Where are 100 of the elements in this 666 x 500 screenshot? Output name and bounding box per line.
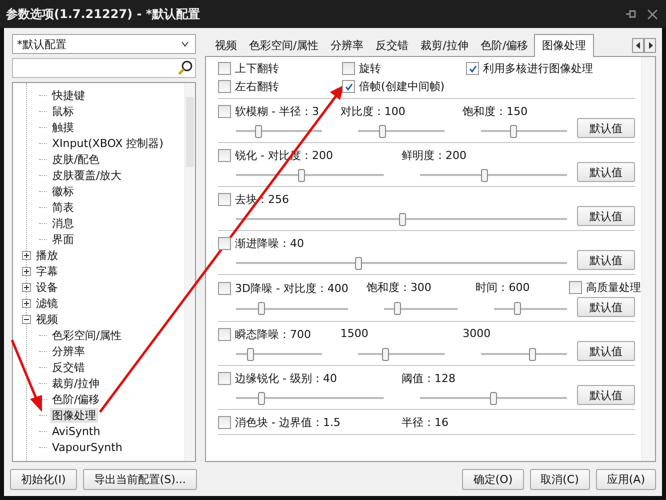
slider-thumb[interactable] xyxy=(514,302,522,315)
checkbox[interactable]: 3D降噪 - 对比度：400 xyxy=(218,280,348,297)
tree-item[interactable]: 界面 xyxy=(50,232,76,246)
tree-item[interactable]: 滤镜 xyxy=(34,296,60,310)
parameter-label: 1500 xyxy=(340,327,370,342)
window-title: 参数选项(1.7.21227) - *默认配置 xyxy=(6,6,202,22)
parameter-label: 阈值：128 xyxy=(402,371,456,386)
tree-item[interactable]: 播放 xyxy=(34,248,60,262)
tree-item[interactable]: 简表 xyxy=(50,200,76,214)
checkbox-label: 软模糊 - 半径：3 xyxy=(235,104,319,120)
tab[interactable]: 反交错 xyxy=(370,38,415,56)
default-button[interactable]: 默认值 xyxy=(577,297,635,317)
close-icon[interactable] xyxy=(647,8,658,20)
tree-item[interactable]: XInput(XBOX 控制器) xyxy=(50,136,166,150)
expander-icon[interactable] xyxy=(22,250,31,260)
tree-item[interactable]: AviSynth xyxy=(50,424,102,438)
checkbox-label: 去块：256 xyxy=(235,192,289,208)
checkbox[interactable]: 渐进降噪：40 xyxy=(218,236,567,252)
scroll-left-button[interactable] xyxy=(632,38,644,53)
checkbox-label: 上下翻转 xyxy=(235,61,279,76)
tree-item[interactable]: 徽标 xyxy=(50,184,76,198)
tree-item[interactable]: 色阶/偏移 xyxy=(50,392,102,406)
default-button[interactable]: 默认值 xyxy=(577,162,635,182)
tree-item[interactable]: 鼠标 xyxy=(50,104,76,118)
checkbox[interactable]: 左右翻转 xyxy=(218,79,279,94)
tree-item[interactable]: 色彩空间/属性 xyxy=(50,328,124,342)
checkbox[interactable]: 倍帧(创建中间帧) xyxy=(342,79,445,94)
parameter-label: 半径：16 xyxy=(402,415,450,430)
default-button[interactable]: 默认值 xyxy=(577,206,635,226)
expander-icon[interactable] xyxy=(22,314,31,324)
parameter-label: 饱和度：150 xyxy=(462,104,529,120)
checkbox[interactable]: 高质量处理 xyxy=(569,280,641,295)
default-button[interactable]: 默认值 xyxy=(577,385,635,405)
footer-button[interactable]: 确定(O) xyxy=(462,468,524,490)
expander-icon[interactable] xyxy=(22,298,31,308)
slider-thumb[interactable] xyxy=(355,256,362,270)
tab[interactable]: 裁剪/拉伸 xyxy=(414,38,474,56)
footer-button[interactable]: 应用(A) xyxy=(596,468,656,490)
tree-item[interactable]: 分辨率 xyxy=(50,344,87,358)
checkbox-label: 旋转 xyxy=(359,61,381,76)
slider-thumb[interactable] xyxy=(298,168,305,182)
default-button[interactable]: 默认值 xyxy=(577,341,635,361)
checkbox-label: 3D降噪 - 对比度：400 xyxy=(235,281,348,296)
tree-item[interactable]: 视频 xyxy=(34,312,60,326)
tree-item[interactable]: 设备 xyxy=(34,280,60,294)
slider-thumb[interactable] xyxy=(382,348,390,360)
checkbox[interactable]: 去块：256 xyxy=(218,192,567,208)
search-icon xyxy=(177,60,193,76)
slider-thumb[interactable] xyxy=(529,348,536,360)
slider-thumb[interactable] xyxy=(398,212,406,226)
expander-icon[interactable] xyxy=(22,266,31,276)
default-button[interactable]: 默认值 xyxy=(577,250,635,270)
profile-dropdown[interactable]: *默认配置 xyxy=(12,34,196,54)
slider-thumb[interactable] xyxy=(490,392,498,404)
tree-item[interactable]: 皮肤/配色 xyxy=(50,152,102,166)
scrollbar[interactable] xyxy=(641,57,655,461)
tree-item[interactable]: 快捷键 xyxy=(50,88,87,102)
slider-thumb[interactable] xyxy=(378,124,386,138)
slider-thumb[interactable] xyxy=(258,302,265,315)
slider-thumb[interactable] xyxy=(510,124,518,138)
tree-item[interactable]: 皮肤覆盖/放大 xyxy=(50,168,124,182)
checkbox[interactable]: 上下翻转 xyxy=(218,61,279,76)
slider-thumb[interactable] xyxy=(394,302,401,315)
search-field[interactable] xyxy=(12,58,196,78)
tree-item[interactable]: 字幕 xyxy=(34,264,60,278)
checkbox[interactable]: 边缘锐化 - 级别：40 xyxy=(218,371,384,386)
tab[interactable]: 视频 xyxy=(209,38,243,56)
tab[interactable]: 色彩空间/属性 xyxy=(243,38,325,56)
checkbox[interactable]: 旋转 xyxy=(342,61,381,76)
pin-icon[interactable] xyxy=(625,8,637,20)
caret-left-icon xyxy=(636,42,640,49)
default-button[interactable]: 默认值 xyxy=(577,118,635,138)
tree-item[interactable]: 裁剪/拉伸 xyxy=(50,376,102,390)
slider-thumb[interactable] xyxy=(481,168,488,182)
tab[interactable]: 分辨率 xyxy=(324,38,370,56)
checkbox[interactable]: 软模糊 - 半径：3 xyxy=(218,104,322,120)
footer-button[interactable]: 初始化(I) xyxy=(10,468,77,490)
checkbox-label: 倍帧(创建中间帧) xyxy=(359,79,445,94)
tree-item[interactable]: 图像处理 xyxy=(50,408,98,422)
tree-item[interactable]: 消息 xyxy=(50,216,76,230)
scrollbar[interactable] xyxy=(184,83,195,461)
tree-item[interactable]: 反交错 xyxy=(50,360,87,374)
slider-thumb[interactable] xyxy=(258,392,266,404)
scroll-right-button[interactable] xyxy=(644,38,656,53)
checkbox-label: 瞬态降噪：700 xyxy=(235,327,311,342)
checkbox[interactable]: 瞬态降噪：700 xyxy=(218,327,322,342)
footer-button[interactable]: 导出当前配置(S)... xyxy=(82,468,197,490)
checkbox-label: 左右翻转 xyxy=(235,79,279,94)
slider-thumb[interactable] xyxy=(246,348,254,360)
tree-item[interactable]: VapourSynth xyxy=(50,440,124,454)
tab[interactable]: 图像处理 xyxy=(534,34,594,57)
expander-icon[interactable] xyxy=(22,282,31,292)
slider-thumb[interactable] xyxy=(255,124,262,138)
footer-button[interactable]: 取消(C) xyxy=(530,468,590,490)
tab[interactable]: 色阶/偏移 xyxy=(474,38,534,56)
tree-item[interactable]: 触摸 xyxy=(50,120,76,134)
checkbox[interactable]: 消色块 - 边界值：1.5 xyxy=(218,415,384,430)
parameter-label: 3000 xyxy=(462,327,492,342)
caret-right-icon xyxy=(648,42,652,49)
parameter-label: 鲜明度：200 xyxy=(402,148,468,164)
